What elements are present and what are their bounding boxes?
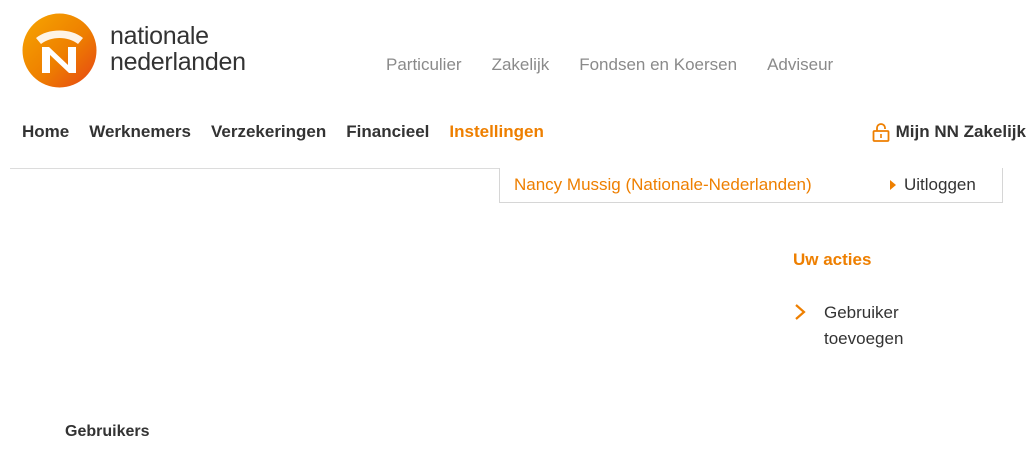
mijn-nn-zakelijk-label: Mijn NN Zakelijk <box>895 122 1026 141</box>
add-user-action[interactable]: Gebruiker toevoegen <box>793 300 934 352</box>
mainnav-instellingen[interactable]: Instellingen <box>449 122 543 142</box>
lock-icon <box>872 123 890 142</box>
main-navigation: Home Werknemers Verzekeringen Financieel… <box>22 122 564 142</box>
logout-link[interactable]: Uitloggen <box>890 175 976 195</box>
mainnav-werknemers[interactable]: Werknemers <box>89 122 191 142</box>
logout-label: Uitloggen <box>904 175 976 194</box>
mainnav-verzekeringen[interactable]: Verzekeringen <box>211 122 326 142</box>
mijn-nn-zakelijk-link[interactable]: Mijn NN Zakelijk <box>872 122 1026 142</box>
top-navigation: Particulier Zakelijk Fondsen en Koersen … <box>386 55 863 75</box>
user-name: Nancy Mussig (Nationale-Nederlanden) <box>514 175 812 194</box>
nn-logo-icon <box>22 13 97 88</box>
mainnav-financieel[interactable]: Financieel <box>346 122 429 142</box>
actions-title: Uw acties <box>793 250 872 269</box>
nn-logo[interactable]: nationale nederlanden <box>22 13 282 88</box>
topnav-zakelijk[interactable]: Zakelijk <box>492 55 550 75</box>
add-user-label: Gebruiker toevoegen <box>824 303 904 348</box>
mainnav-home[interactable]: Home <box>22 122 69 142</box>
topnav-particulier[interactable]: Particulier <box>386 55 462 75</box>
triangle-right-icon <box>890 180 896 190</box>
user-bar: Nancy Mussig (Nationale-Nederlanden) Uit… <box>499 168 1003 203</box>
section-title: Gebruikers <box>65 423 150 440</box>
topnav-fondsen-en-koersen[interactable]: Fondsen en Koersen <box>579 55 737 75</box>
brand-name: nationale nederlanden <box>110 23 246 75</box>
topnav-adviseur[interactable]: Adviseur <box>767 55 833 75</box>
chevron-right-icon <box>795 304 806 320</box>
brand-line-1: nationale <box>110 22 209 50</box>
brand-line-2: nederlanden <box>110 48 246 76</box>
page: nationale nederlanden Particulier Zakeli… <box>0 0 1031 462</box>
